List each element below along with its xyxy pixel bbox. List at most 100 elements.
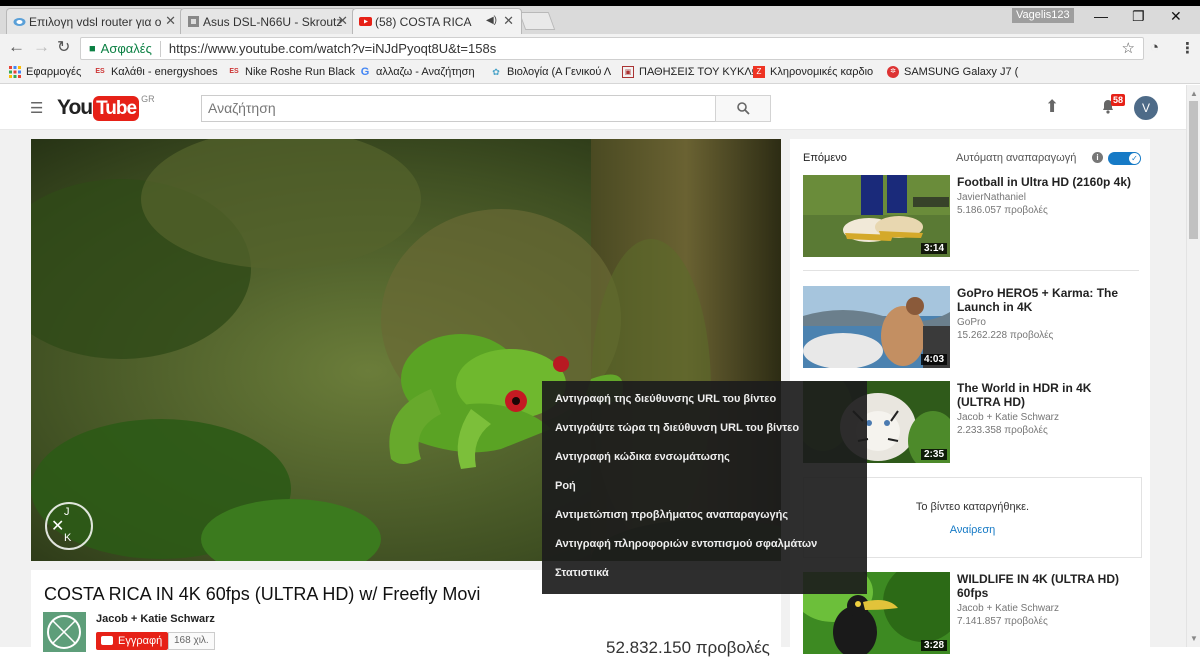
menu-item-copy-embed-code[interactable]: Αντιγραφή κώδικα ενσωμάτωσης xyxy=(542,443,867,472)
menu-item-copy-video-url[interactable]: Αντιγραφή της διεύθυνσης URL του βίντεο xyxy=(542,385,867,414)
autoplay-toggle[interactable]: ✓ xyxy=(1108,152,1141,165)
channel-watermark-logo[interactable]: J K ✕ xyxy=(45,502,93,550)
video-card-title[interactable]: GoPro HERO5 + Karma: The Launch in 4K xyxy=(957,286,1137,314)
book-icon: ▣ xyxy=(622,66,634,78)
up-next-label: Επόμενο xyxy=(803,152,847,164)
menu-dots-icon[interactable]: ⋮ xyxy=(1180,39,1195,57)
bookmark-label: ΠΑΘΗΣΕΙΣ ΤΟΥ ΚΥΚΛΩ xyxy=(639,66,760,78)
video-card-views: 15.262.228 προβολές xyxy=(957,330,1054,341)
search-button[interactable] xyxy=(715,95,771,122)
channel-logo-icon xyxy=(47,615,81,649)
menu-item-stats-for-nerds[interactable]: Στατιστικά xyxy=(542,559,867,588)
bookmark-apps[interactable]: Εφαρμογές xyxy=(9,66,81,78)
video-card-channel: JavierNathaniel xyxy=(957,192,1026,203)
tab-costa-rica[interactable]: (58) COSTA RICA IN 4 ◀) ✕ xyxy=(352,8,522,34)
new-tab-button[interactable] xyxy=(518,12,556,30)
menu-item-troubleshoot-playback[interactable]: Αντιμετώπιση προβλήματος αναπαραγωγής xyxy=(542,501,867,530)
bookmark-cardio[interactable]: Z Κληρονομικές καρδιο xyxy=(753,66,873,78)
es-favicon-icon: ES xyxy=(229,68,239,75)
scroll-up-arrow-icon[interactable]: ▲ xyxy=(1190,89,1198,98)
speed-dial-icon[interactable]: ◔ xyxy=(1150,39,1159,56)
bookmark-biology[interactable]: ✿ Βιολογία (Α Γενικού Λ xyxy=(490,66,611,78)
search-input[interactable]: Αναζήτηση xyxy=(201,95,716,122)
channel-name[interactable]: Jacob + Katie Schwarz xyxy=(96,613,215,625)
logo-tube: Tube xyxy=(93,95,140,121)
logo-you: You xyxy=(57,96,93,119)
bookmark-label: Nike Roshe Run Black xyxy=(245,66,356,78)
watermark-letter-j: J xyxy=(64,506,70,518)
restore-icon[interactable]: ❐ xyxy=(1132,8,1145,25)
bookmark-label: Εφαρμογές xyxy=(26,66,82,78)
tab-close-icon[interactable]: ✕ xyxy=(165,13,176,29)
autoplay-info-icon[interactable]: i xyxy=(1092,152,1103,163)
video-card-title[interactable]: Football in Ultra HD (2160p 4k) xyxy=(957,175,1137,189)
forum-favicon-icon xyxy=(13,18,26,26)
address-bar[interactable]: ■ Ασφαλές https://www.youtube.com/watch?… xyxy=(80,37,1144,60)
bookmark-label: Καλάθι - energyshoes xyxy=(111,66,218,78)
youtube-logo[interactable]: You Tube GR xyxy=(57,94,155,121)
bookmark-samsung-j7[interactable]: ✲ SAMSUNG Galaxy J7 ( xyxy=(887,66,1018,78)
speaker-icon[interactable]: ◀) xyxy=(486,15,497,26)
youtube-play-icon xyxy=(101,636,113,645)
notifications-count-badge: 58 xyxy=(1111,94,1126,106)
channel-avatar[interactable] xyxy=(43,612,86,652)
forward-arrow-icon[interactable]: → xyxy=(33,37,50,57)
reload-icon[interactable]: ↻ xyxy=(57,37,70,57)
scroll-down-arrow-icon[interactable]: ▼ xyxy=(1190,634,1198,643)
video-thumbnail[interactable]: 4:03 xyxy=(803,286,950,368)
back-arrow-icon[interactable]: ← xyxy=(8,37,25,57)
video-card-title[interactable]: WILDLIFE IN 4K (ULTRA HD) 60fps xyxy=(957,572,1137,600)
tab-title: Asus DSL-N66U - Skroutz xyxy=(203,14,343,29)
video-duration: 3:14 xyxy=(920,243,947,254)
apps-grid-icon xyxy=(9,66,21,78)
secure-label: Ασφαλές xyxy=(100,41,152,56)
browser-tab-strip: Επιλογη vdsl router για ο ✕ Asus DSL-N66… xyxy=(0,0,1200,34)
video-card-views: 5.186.057 προβολές xyxy=(957,205,1048,216)
menu-item-loop[interactable]: Ροή xyxy=(542,472,867,501)
video-title: COSTA RICA IN 4K 60fps (ULTRA HD) w/ Fre… xyxy=(44,584,481,604)
address-separator xyxy=(159,40,161,57)
tab-title: (58) COSTA RICA IN 4 xyxy=(375,14,475,29)
bookmark-diseases[interactable]: ▣ ΠΑΘΗΣΕΙΣ ΤΟΥ ΚΥΚΛΩ xyxy=(622,66,760,78)
bookmark-nike-roshe[interactable]: ES Nike Roshe Run Black xyxy=(228,66,355,78)
bookmark-energyshoes-cart[interactable]: ES Καλάθι - energyshoes xyxy=(94,66,218,78)
tab-vdsl-router[interactable]: Επιλογη vdsl router για ο ✕ xyxy=(6,8,184,34)
bookmark-google-search[interactable]: G αλλαζω - Αναζήτηση xyxy=(359,66,475,78)
video-duration: 2:35 xyxy=(920,449,947,460)
video-thumbnail[interactable]: 3:14 xyxy=(803,175,950,257)
es-favicon-icon: ES xyxy=(95,68,105,75)
guide-menu-icon[interactable]: ☰ xyxy=(30,99,43,117)
video-card-channel: Jacob + Katie Schwarz xyxy=(957,412,1059,423)
browser-toolbar: ← → ↻ ■ Ασφαλές https://www.youtube.com/… xyxy=(0,34,1200,62)
bookmark-star-icon[interactable]: ☆ xyxy=(1122,39,1135,57)
video-card-title[interactable]: The World in HDR in 4K (ULTRA HD) xyxy=(957,381,1137,409)
youtube-header: ☰ You Tube GR Αναζήτηση ⬆ 58 V xyxy=(0,85,1186,130)
bookmark-label: Κληρονομικές καρδιο xyxy=(770,66,874,78)
menu-item-copy-debug-info[interactable]: Αντιγραφή πληροφοριών εντοπισμού σφαλμάτ… xyxy=(542,530,867,559)
url-text[interactable]: https://www.youtube.com/watch?v=iNJdPyoq… xyxy=(169,41,496,56)
toggle-check-icon: ✓ xyxy=(1129,153,1140,164)
menu-item-copy-video-url-at-time[interactable]: Αντιγράψτε τώρα τη διεύθυνση URL του βίν… xyxy=(542,414,867,443)
video-duration: 4:03 xyxy=(920,354,947,365)
page-scrollbar[interactable]: ▲ ▼ xyxy=(1186,85,1200,647)
video-duration: 3:28 xyxy=(920,640,947,651)
window-top-edge xyxy=(0,0,1200,6)
minimize-icon[interactable]: — xyxy=(1094,8,1108,24)
video-card-channel: Jacob + Katie Schwarz xyxy=(957,603,1059,614)
tab-close-icon[interactable]: ✕ xyxy=(337,13,348,29)
watermark-cross: ✕ xyxy=(51,518,65,535)
bookmark-label: αλλαζω - Αναζήτηση xyxy=(376,66,475,78)
bookmark-label: SAMSUNG Galaxy J7 ( xyxy=(904,66,1019,78)
tab-close-icon[interactable]: ✕ xyxy=(503,13,514,29)
upload-icon[interactable]: ⬆ xyxy=(1045,97,1059,117)
subscribe-label: Εγγραφή xyxy=(118,635,163,647)
subscribe-button[interactable]: Εγγραφή xyxy=(96,632,169,650)
profile-name-chip[interactable]: Vagelis123 xyxy=(1012,8,1074,23)
tab-asus-skroutz[interactable]: Asus DSL-N66U - Skroutz ✕ xyxy=(180,8,356,34)
view-count: 52.832.150 προβολές xyxy=(606,638,770,657)
section-divider xyxy=(803,270,1139,271)
close-window-icon[interactable]: ✕ xyxy=(1170,8,1182,25)
scrollbar-thumb[interactable] xyxy=(1189,101,1198,239)
account-avatar[interactable]: V xyxy=(1134,96,1158,120)
player-context-menu: Αντιγραφή της διεύθυνσης URL του βίντεο … xyxy=(542,381,867,594)
